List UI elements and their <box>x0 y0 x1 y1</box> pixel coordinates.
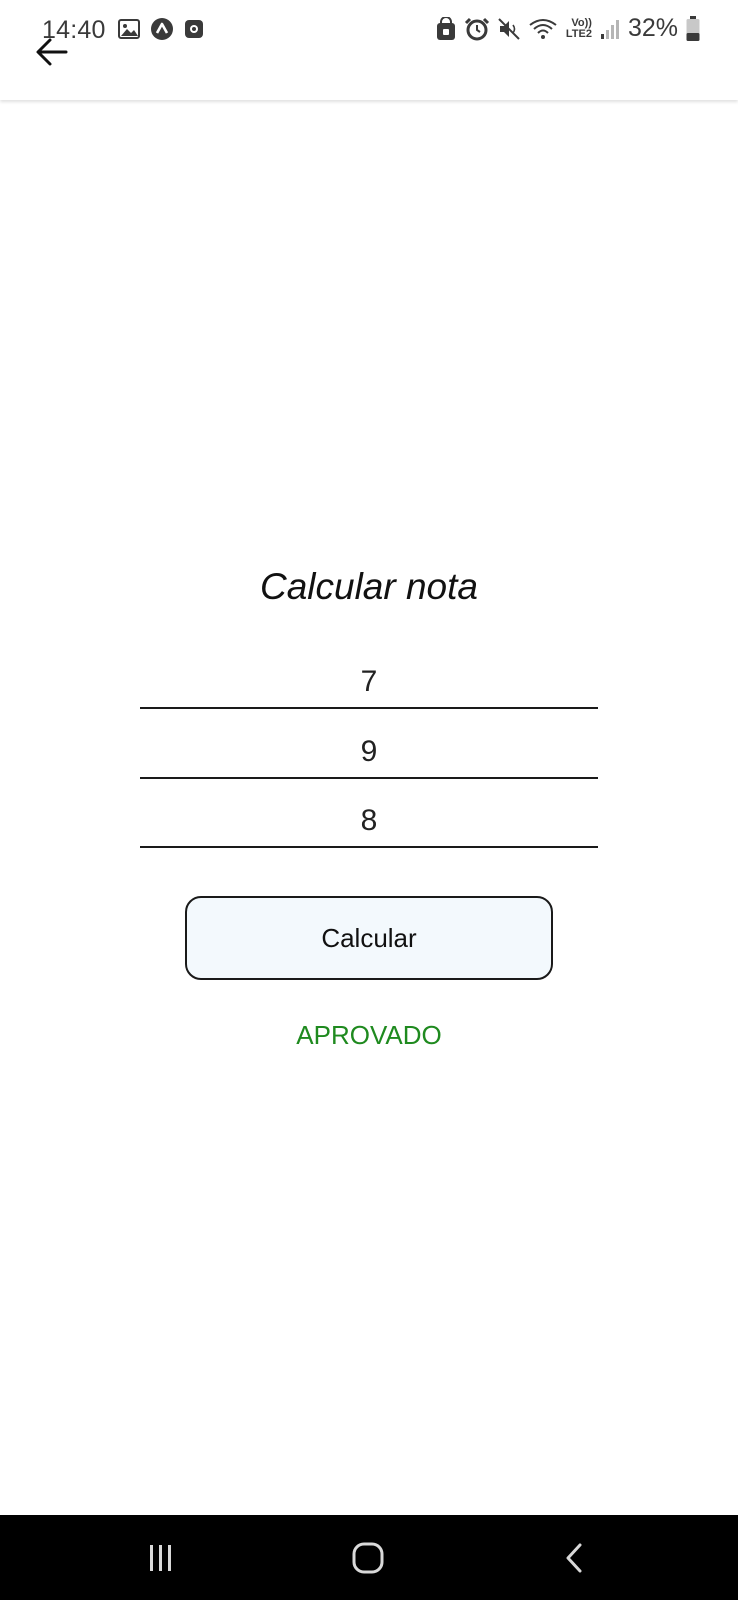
page-title: Calcular nota <box>259 566 478 607</box>
volte-label: Vo)) <box>571 16 592 29</box>
app-a-icon <box>151 18 173 40</box>
result-text: APROVADO <box>296 1020 442 1050</box>
back-button[interactable] <box>550 1535 600 1581</box>
signal-icon <box>600 19 619 39</box>
network-label: LTE2 <box>565 27 592 40</box>
lock-icon <box>436 16 455 40</box>
screen: 14:40 Vo)) LTE2 32% Calcular nota 7 9 8 … <box>0 0 738 1600</box>
arrow-left-icon[interactable] <box>34 34 70 70</box>
mute-icon <box>498 17 520 40</box>
calculate-button[interactable]: Calcular <box>185 896 553 980</box>
home-button[interactable] <box>343 1535 393 1581</box>
navigation-bar <box>0 1515 738 1600</box>
app-bar: 14:40 Vo)) LTE2 32% <box>0 0 738 100</box>
wifi-icon <box>529 18 557 39</box>
grade-input-1[interactable] <box>140 657 598 709</box>
status-left-icons <box>118 17 204 41</box>
back-icon <box>566 1543 582 1573</box>
alarm-icon <box>464 17 489 40</box>
volte-indicator: Vo)) LTE2 <box>565 16 592 40</box>
battery-icon <box>686 15 700 41</box>
grade-input-2[interactable] <box>140 727 598 779</box>
record-icon <box>185 20 203 38</box>
grade-input-3[interactable] <box>140 796 598 848</box>
recent-apps-button[interactable] <box>136 1535 186 1581</box>
battery-percent: 32% <box>627 14 678 42</box>
home-icon <box>352 1542 384 1574</box>
status-right-icons: Vo)) LTE2 32% <box>436 14 700 43</box>
image-icon <box>118 19 140 39</box>
recent-apps-icon <box>150 1545 171 1571</box>
